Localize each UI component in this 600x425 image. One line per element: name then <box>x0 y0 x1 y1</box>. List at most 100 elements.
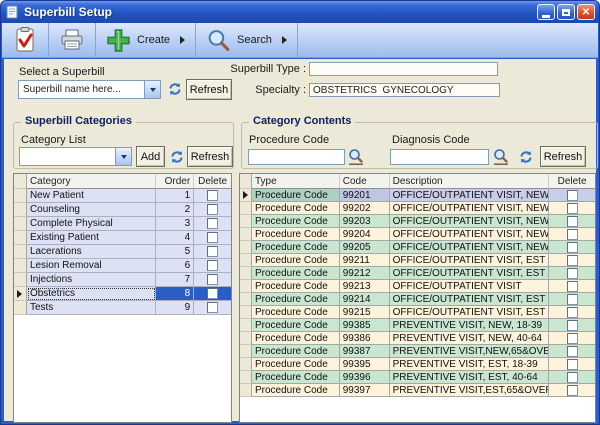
row-selector-cell[interactable] <box>240 189 252 202</box>
type-cell[interactable]: Procedure Code <box>252 189 340 202</box>
delete-checkbox[interactable] <box>567 372 578 383</box>
type-cell[interactable]: Procedure Code <box>252 267 340 280</box>
type-cell[interactable]: Procedure Code <box>252 306 340 319</box>
row-selector-cell[interactable] <box>240 293 252 306</box>
row-selector-cell[interactable] <box>240 371 252 384</box>
type-cell[interactable]: Procedure Code <box>252 345 340 358</box>
code-cell[interactable]: 99212 <box>340 267 390 280</box>
type-cell[interactable]: Procedure Code <box>252 384 340 397</box>
print-button[interactable] <box>49 23 95 57</box>
delete-checkbox[interactable] <box>567 190 578 201</box>
search-button[interactable]: Search <box>196 23 297 57</box>
description-cell[interactable]: OFFICE/OUTPATIENT VISIT, NEW <box>390 189 550 202</box>
delete-checkbox[interactable] <box>567 203 578 214</box>
code-cell[interactable]: 99202 <box>340 202 390 215</box>
order-column-header[interactable]: Order <box>156 174 194 189</box>
maximize-button[interactable] <box>557 4 575 20</box>
type-cell[interactable]: Procedure Code <box>252 254 340 267</box>
code-cell[interactable]: 99385 <box>340 319 390 332</box>
row-selector-cell[interactable] <box>240 254 252 267</box>
type-cell[interactable]: Procedure Code <box>252 202 340 215</box>
categories-refresh-button[interactable]: Refresh <box>187 146 233 167</box>
code-cell[interactable]: 99396 <box>340 371 390 384</box>
delete-cell[interactable] <box>549 280 595 293</box>
order-cell[interactable]: 2 <box>156 203 194 217</box>
row-selector-cell[interactable] <box>240 202 252 215</box>
delete-checkbox[interactable] <box>207 218 218 229</box>
description-column-header[interactable]: Description <box>390 174 550 189</box>
description-cell[interactable]: OFFICE/OUTPATIENT VISIT, EST <box>390 306 550 319</box>
delete-checkbox[interactable] <box>207 204 218 215</box>
row-selector-cell[interactable] <box>240 384 252 397</box>
superbill-select[interactable]: Superbill name here... <box>18 80 161 99</box>
row-selector-cell[interactable] <box>14 189 27 203</box>
description-cell[interactable]: OFFICE/OUTPATIENT VISIT, NEW <box>390 241 550 254</box>
delete-cell[interactable] <box>549 319 595 332</box>
delete-checkbox[interactable] <box>207 302 218 313</box>
diagnosis-lookup-button[interactable] <box>491 147 511 167</box>
type-cell[interactable]: Procedure Code <box>252 332 340 345</box>
delete-checkbox[interactable] <box>567 294 578 305</box>
category-cell[interactable]: Existing Patient <box>27 231 156 245</box>
category-cell[interactable]: Tests <box>27 301 156 315</box>
delete-cell[interactable] <box>549 384 595 397</box>
type-cell[interactable]: Procedure Code <box>252 280 340 293</box>
row-selector-cell[interactable] <box>14 287 27 301</box>
minimize-button[interactable] <box>537 4 555 20</box>
row-selector-cell[interactable] <box>240 228 252 241</box>
tasks-button[interactable] <box>2 23 48 57</box>
description-cell[interactable]: PREVENTIVE VISIT, NEW, 40-64 <box>390 332 550 345</box>
delete-cell[interactable] <box>194 273 231 287</box>
diagnosis-code-input[interactable] <box>390 149 489 165</box>
delete-cell[interactable] <box>549 293 595 306</box>
delete-checkbox[interactable] <box>567 359 578 370</box>
description-cell[interactable]: PREVENTIVE VISIT, NEW, 18-39 <box>390 319 550 332</box>
delete-checkbox[interactable] <box>207 288 218 299</box>
delete-cell[interactable] <box>549 254 595 267</box>
row-selector-cell[interactable] <box>240 241 252 254</box>
row-selector-cell[interactable] <box>240 358 252 371</box>
order-cell[interactable]: 4 <box>156 231 194 245</box>
delete-checkbox[interactable] <box>207 260 218 271</box>
delete-checkbox[interactable] <box>567 242 578 253</box>
row-selector-cell[interactable] <box>240 267 252 280</box>
delete-cell[interactable] <box>549 267 595 280</box>
type-cell[interactable]: Procedure Code <box>252 215 340 228</box>
delete-cell[interactable] <box>549 228 595 241</box>
type-cell[interactable]: Procedure Code <box>252 241 340 254</box>
order-cell[interactable]: 6 <box>156 259 194 273</box>
delete-cell[interactable] <box>549 215 595 228</box>
category-cell[interactable]: Lacerations <box>27 245 156 259</box>
delete-checkbox[interactable] <box>567 281 578 292</box>
delete-cell[interactable] <box>549 241 595 254</box>
row-selector-cell[interactable] <box>240 345 252 358</box>
code-cell[interactable]: 99213 <box>340 280 390 293</box>
description-cell[interactable]: OFFICE/OUTPATIENT VISIT, EST <box>390 267 550 280</box>
row-selector-cell[interactable] <box>240 215 252 228</box>
delete-checkbox[interactable] <box>207 232 218 243</box>
row-selector-cell[interactable] <box>14 273 27 287</box>
category-cell[interactable]: Counseling <box>27 203 156 217</box>
delete-cell[interactable] <box>549 371 595 384</box>
row-selector-cell[interactable] <box>14 217 27 231</box>
code-column-header[interactable]: Code <box>340 174 390 189</box>
delete-cell[interactable] <box>194 217 231 231</box>
delete-column-header[interactable]: Delete <box>194 174 231 189</box>
description-cell[interactable]: PREVENTIVE VISIT,EST,65&OVER <box>390 384 550 397</box>
delete-cell[interactable] <box>194 301 231 315</box>
delete-checkbox[interactable] <box>567 320 578 331</box>
type-cell[interactable]: Procedure Code <box>252 293 340 306</box>
delete-cell[interactable] <box>549 189 595 202</box>
category-cell[interactable]: Lesion Removal <box>27 259 156 273</box>
delete-column-header[interactable]: Delete <box>549 174 595 189</box>
description-cell[interactable]: OFFICE/OUTPATIENT VISIT, EST <box>390 293 550 306</box>
delete-checkbox[interactable] <box>567 216 578 227</box>
description-cell[interactable]: OFFICE/OUTPATIENT VISIT, NEW <box>390 202 550 215</box>
code-cell[interactable]: 99215 <box>340 306 390 319</box>
description-cell[interactable]: PREVENTIVE VISIT, EST, 18-39 <box>390 358 550 371</box>
description-cell[interactable]: PREVENTIVE VISIT, EST, 40-64 <box>390 371 550 384</box>
delete-cell[interactable] <box>194 189 231 203</box>
contents-refresh-button[interactable]: Refresh <box>540 146 586 167</box>
code-cell[interactable]: 99387 <box>340 345 390 358</box>
delete-checkbox[interactable] <box>207 190 218 201</box>
